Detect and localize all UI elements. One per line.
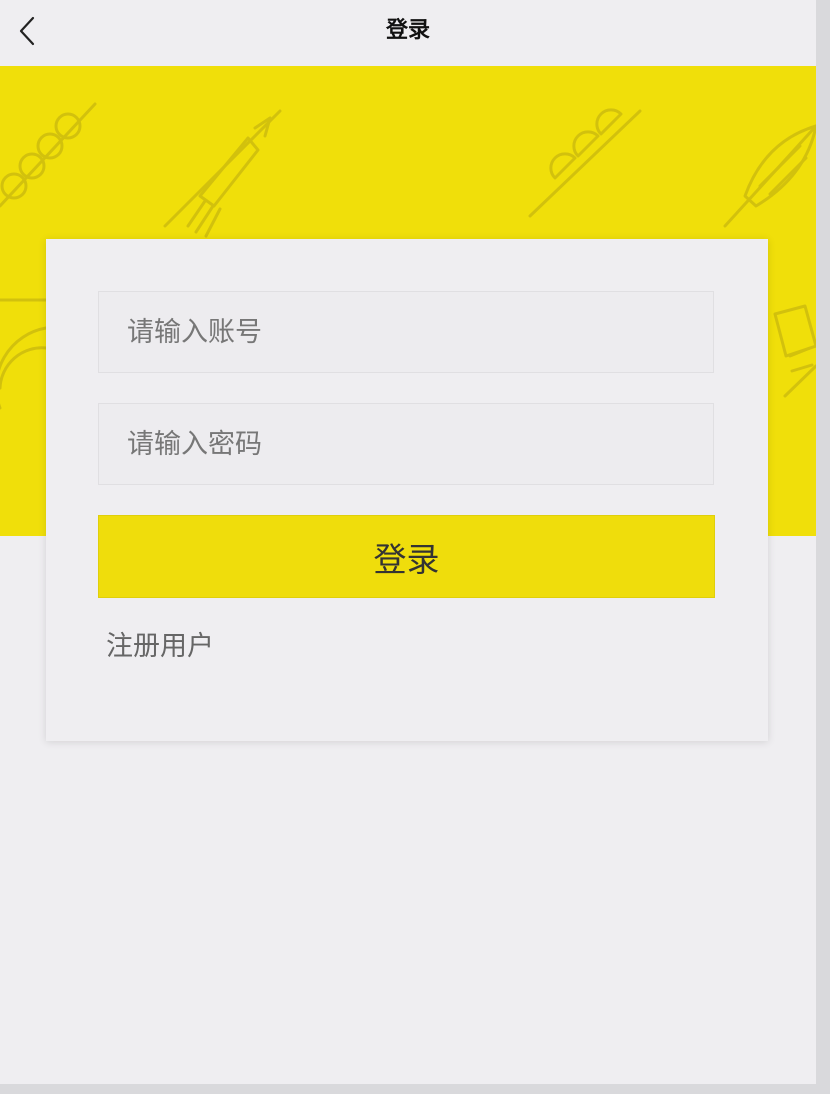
page-title: 登录 [385, 18, 430, 43]
login-card: 登录 注册用户 [46, 239, 768, 741]
login-screen: 登录 请输入账号 登录 注册用户 [0, 0, 816, 1084]
account-input[interactable] [125, 291, 713, 373]
login-button[interactable]: 登录 [98, 515, 715, 598]
password-input[interactable] [125, 403, 713, 485]
account-field[interactable] [98, 291, 714, 373]
register-link[interactable]: 注册用户 [106, 627, 214, 667]
password-field[interactable] [98, 403, 714, 485]
navigation-bar: 登录 [0, 0, 816, 66]
